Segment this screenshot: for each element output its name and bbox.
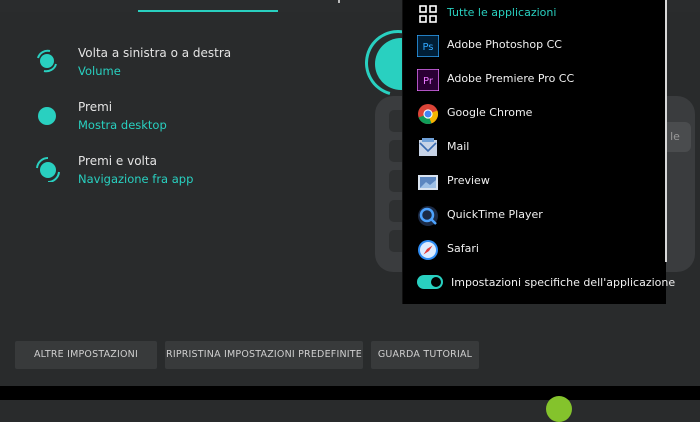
menu-item-label: Safari: [447, 242, 479, 255]
action-value[interactable]: Volume: [78, 64, 121, 78]
action-press-rotate[interactable]: Premi e volta Navigazione fra app: [32, 152, 362, 192]
quicktime-icon: [418, 206, 438, 226]
grid-icon: [419, 5, 437, 23]
svg-text:Pr: Pr: [423, 76, 434, 87]
menu-item-preview[interactable]: Preview: [417, 168, 657, 198]
menu-scrollbar[interactable]: [665, 0, 667, 262]
menu-item-label: Tutte le applicazioni: [447, 6, 557, 19]
more-settings-button[interactable]: ALTRE IMPOSTAZIONI: [15, 341, 157, 369]
restore-defaults-button[interactable]: RIPRISTINA IMPOSTAZIONI PREDEFINITE: [165, 341, 363, 369]
premiere-icon: Pr: [417, 69, 439, 91]
bottom-bar: [0, 386, 700, 422]
app-specific-toggle[interactable]: [417, 275, 443, 289]
menu-item-photoshop[interactable]: Ps Adobe Photoshop CC: [417, 32, 657, 62]
action-press[interactable]: Premi Mostra desktop: [32, 98, 362, 138]
svg-text:Ps: Ps: [422, 42, 433, 53]
preview-icon: [418, 175, 438, 190]
app-specific-toggle-label: Impostazioni specifiche dell'applicazion…: [451, 276, 676, 289]
active-tab-indicator: [138, 10, 278, 12]
menu-item-premiere[interactable]: Pr Adobe Premiere Pro CC: [417, 66, 657, 96]
press-icon: [38, 107, 56, 125]
tab-divider: [338, 0, 340, 3]
menu-item-all-apps[interactable]: Tutte le applicazioni: [417, 0, 657, 30]
rotate-icon: [37, 49, 57, 73]
action-title: Premi e volta: [78, 154, 157, 168]
mail-icon: [419, 138, 437, 156]
menu-item-safari[interactable]: Safari: [417, 236, 657, 266]
menu-item-label: Adobe Premiere Pro CC: [447, 72, 575, 85]
app-dropdown-menu: Tutte le applicazioni Ps Adobe Photoshop…: [402, 0, 675, 304]
menu-item-quicktime[interactable]: QuickTime Player: [417, 202, 657, 232]
menu-item-chrome[interactable]: Google Chrome: [417, 100, 657, 130]
menu-item-label: Google Chrome: [447, 106, 533, 119]
chrome-icon: [418, 104, 439, 125]
action-rotate[interactable]: Volta a sinistra o a destra Volume: [32, 44, 362, 84]
watch-tutorial-button[interactable]: GUARDA TUTORIAL: [371, 341, 479, 369]
safari-icon: [418, 240, 438, 260]
action-title: Volta a sinistra o a destra: [78, 46, 232, 60]
menu-item-mail[interactable]: Mail: [417, 134, 657, 164]
menu-item-label: QuickTime Player: [447, 208, 543, 221]
toggle-knob: [431, 277, 441, 287]
photoshop-icon: Ps: [417, 35, 439, 57]
menu-item-label: Preview: [447, 174, 490, 187]
menu-item-label: Mail: [447, 140, 470, 153]
action-value[interactable]: Navigazione fra app: [78, 172, 193, 186]
menu-item-label: Adobe Photoshop CC: [447, 38, 562, 51]
press-rotate-icon: [36, 156, 60, 182]
action-value[interactable]: Mostra desktop: [78, 118, 167, 132]
action-title: Premi: [78, 100, 113, 114]
